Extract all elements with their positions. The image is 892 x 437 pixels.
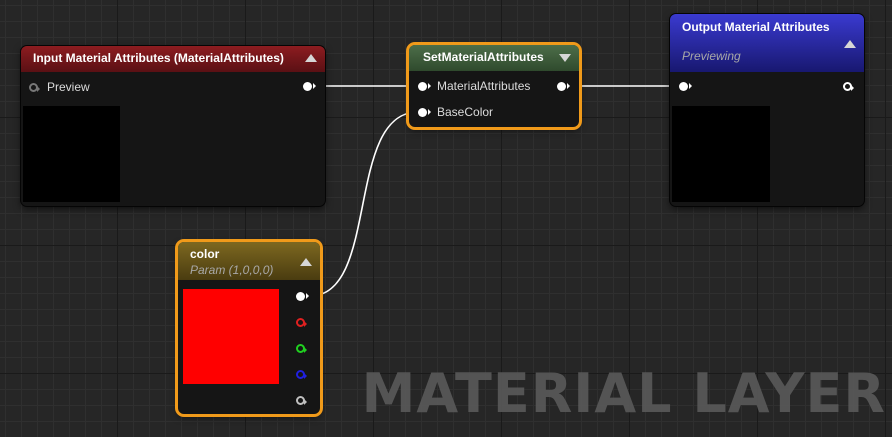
color-swatch[interactable] [183, 289, 279, 384]
color-rgb-output-pin-icon[interactable] [296, 292, 309, 301]
preview-pin-label: Preview [47, 80, 90, 94]
set-output-pin-icon[interactable] [557, 82, 570, 91]
input-node-title: Input Material Attributes (MaterialAttri… [33, 51, 284, 65]
output-output-pin-icon[interactable] [843, 82, 854, 91]
color-g-output-pin-icon[interactable] [296, 344, 307, 353]
material-graph-canvas[interactable]: Input Material Attributes (MaterialAttri… [0, 0, 892, 437]
output-input-pin-icon[interactable] [679, 82, 692, 91]
color-parameter-node[interactable]: color Param (1,0,0,0) [178, 242, 320, 414]
basecolor-pin-row: BaseColor [418, 105, 493, 119]
color-node-title: color [190, 247, 220, 261]
color-node-subtitle: Param (1,0,0,0) [190, 263, 274, 277]
input-preview-thumbnail [23, 106, 120, 202]
color-b-output-pin-icon[interactable] [296, 370, 307, 379]
preview-output-pin-icon[interactable] [303, 82, 316, 91]
output-node-title: Output Material Attributes [682, 20, 830, 34]
input-node-header[interactable]: Input Material Attributes (MaterialAttri… [21, 46, 325, 72]
output-node-header[interactable]: Output Material Attributes Previewing [670, 14, 864, 72]
input-preview-pin-row: Preview [29, 80, 90, 94]
output-preview-thumbnail [672, 106, 770, 202]
basecolor-input-pin-icon[interactable] [418, 107, 431, 117]
expand-arrow-icon[interactable] [559, 54, 571, 62]
input-material-attributes-node[interactable]: Input Material Attributes (MaterialAttri… [21, 46, 325, 206]
material-layer-watermark: MATERIAL LAYER [361, 362, 886, 425]
set-node-header[interactable]: SetMaterialAttributes [409, 45, 579, 71]
set-node-title: SetMaterialAttributes [423, 50, 544, 64]
materialattributes-input-pin-icon[interactable] [418, 81, 431, 91]
collapse-arrow-icon[interactable] [305, 54, 317, 62]
preview-input-pin-icon[interactable] [29, 82, 40, 92]
basecolor-pin-label: BaseColor [437, 105, 494, 119]
output-node-subtitle: Previewing [682, 49, 741, 63]
set-material-attributes-node[interactable]: SetMaterialAttributes MaterialAttributes… [409, 45, 579, 127]
color-r-output-pin-icon[interactable] [296, 318, 307, 327]
materialattributes-pin-row: MaterialAttributes [418, 79, 530, 93]
materialattributes-pin-label: MaterialAttributes [437, 79, 531, 93]
collapse-arrow-icon[interactable] [844, 40, 856, 48]
color-node-header[interactable]: color Param (1,0,0,0) [178, 242, 320, 280]
output-material-attributes-node[interactable]: Output Material Attributes Previewing [670, 14, 864, 206]
color-a-output-pin-icon[interactable] [296, 396, 307, 405]
collapse-arrow-icon[interactable] [300, 258, 312, 266]
wire-color-to-basecolor[interactable] [309, 111, 419, 297]
